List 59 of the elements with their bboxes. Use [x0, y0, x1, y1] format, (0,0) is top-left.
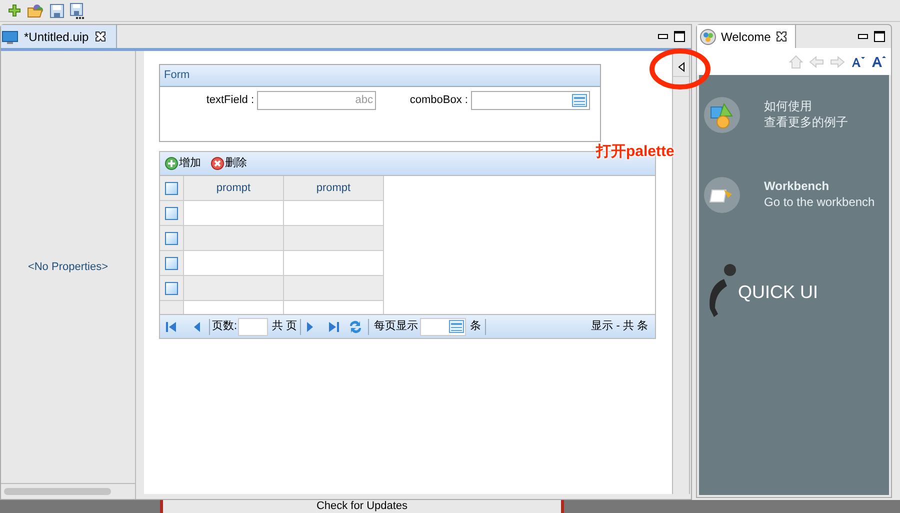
list-icon [449, 320, 464, 333]
properties-empty-text: <No Properties> [28, 260, 108, 275]
page-size-label: 每页显示 [374, 319, 418, 334]
first-page-icon[interactable] [165, 320, 177, 332]
refresh-icon[interactable] [348, 320, 364, 334]
total-pages-text: 共 页 [272, 319, 298, 334]
save-icon[interactable] [50, 4, 64, 18]
annotation-text: 打开palette [596, 142, 674, 162]
scrollbar[interactable] [4, 488, 111, 495]
shapes-icon [704, 97, 740, 133]
record-summary: 显示 - 共 条 [591, 319, 648, 334]
left-triangle-icon [678, 62, 684, 72]
maximize-icon[interactable] [674, 31, 685, 42]
page-label: 页数: [212, 319, 238, 334]
close-icon[interactable] [94, 31, 106, 42]
welcome-icon [700, 28, 716, 44]
minimize-icon[interactable] [658, 34, 668, 40]
add-icon[interactable] [8, 4, 21, 17]
link-title: Workbench [764, 178, 830, 194]
minimize-icon[interactable] [858, 34, 868, 40]
checkbox[interactable] [165, 206, 178, 220]
last-page-icon[interactable] [328, 320, 340, 332]
tab-title: *Untitled.uip [24, 28, 89, 46]
list-icon [572, 94, 587, 107]
monitor-icon [2, 28, 18, 44]
column-header[interactable]: prompt [184, 176, 284, 201]
field-label: textField : [205, 93, 254, 108]
welcome-link[interactable]: 如何使用 查看更多的例子 [704, 97, 889, 133]
add-button[interactable]: 增加 [165, 155, 201, 172]
delete-button[interactable]: 删除 [211, 155, 247, 172]
field-label: comboBox : [408, 93, 468, 108]
checkbox[interactable] [165, 232, 178, 244]
checkbox[interactable] [165, 282, 178, 294]
highlight-circle [649, 48, 711, 90]
maximize-icon[interactable] [874, 31, 885, 42]
combo-box[interactable] [471, 91, 590, 110]
save-all-icon[interactable] [70, 2, 86, 18]
close-icon[interactable] [776, 31, 787, 42]
form-title: Form [164, 68, 190, 84]
editor-tab[interactable]: *Untitled.uip [1, 25, 117, 48]
checkbox[interactable] [165, 182, 178, 194]
link-subtitle: Go to the workbench [764, 194, 875, 210]
folder-icon[interactable] [27, 4, 44, 18]
page-size-combo[interactable] [420, 318, 466, 336]
welcome-link[interactable]: Workbench Go to the workbench [704, 177, 889, 213]
checkbox[interactable] [165, 256, 178, 270]
column-header[interactable]: prompt [284, 176, 384, 201]
page-size-unit: 条 [470, 319, 482, 334]
font-decrease-icon[interactable] [851, 56, 865, 68]
link-subtitle: 查看更多的例子 [764, 114, 848, 130]
logo-text: QUICK UI [738, 280, 818, 304]
add-icon [165, 157, 178, 170]
delete-icon [211, 157, 224, 170]
welcome-tab[interactable]: Welcome [697, 25, 796, 48]
update-button-text: Check for Updates [316, 500, 408, 513]
tab-title: Welcome [721, 28, 771, 46]
link-title: 如何使用 [764, 98, 813, 114]
page-input[interactable] [238, 318, 268, 336]
font-increase-icon[interactable] [871, 55, 887, 68]
